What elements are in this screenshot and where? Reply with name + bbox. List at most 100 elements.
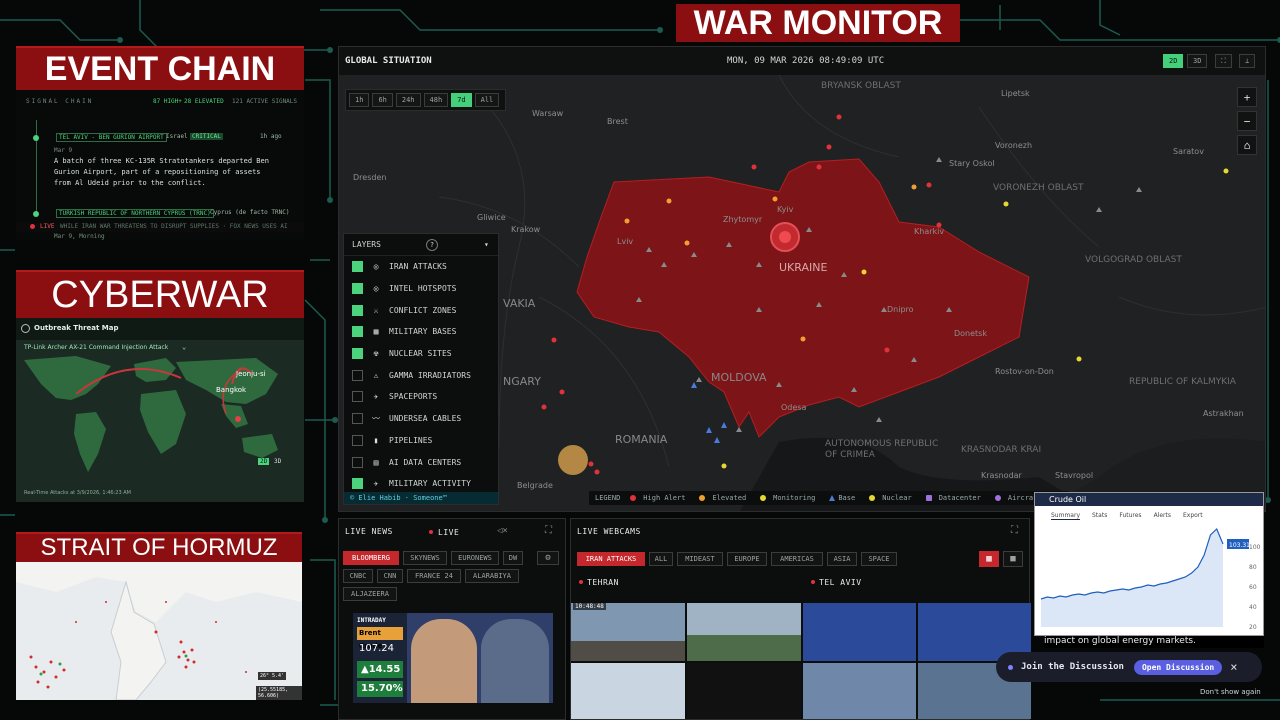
- range-24h[interactable]: 24h: [395, 93, 421, 107]
- filter-americas[interactable]: AMERICAS: [771, 552, 823, 566]
- live-dot: [30, 224, 35, 229]
- filter-mideast[interactable]: MIDEAST: [677, 552, 723, 566]
- cam-tile[interactable]: [571, 663, 685, 719]
- legend-label: High Alert: [643, 494, 686, 502]
- ticker-pct: 15.70%: [357, 681, 403, 697]
- layer-checkbox[interactable]: [352, 434, 363, 446]
- range-7d[interactable]: 7d: [451, 93, 472, 107]
- layer-row[interactable]: ▮ PIPELINES: [344, 430, 498, 452]
- zoom-in-button[interactable]: +: [1237, 87, 1257, 107]
- range-6h[interactable]: 6h: [372, 93, 393, 107]
- layer-checkbox[interactable]: [352, 326, 363, 338]
- map-view-2d[interactable]: 2D: [1163, 54, 1184, 68]
- crude-tab[interactable]: Export: [1183, 512, 1203, 520]
- event1-date: Mar 9: [54, 147, 73, 154]
- event-chain-title: EVENT CHAIN: [16, 46, 304, 90]
- expand-icon[interactable]: ⛶: [1011, 525, 1018, 536]
- filter-europe[interactable]: EUROPE: [727, 552, 767, 566]
- settings-icon[interactable]: ⚙: [537, 551, 559, 565]
- event1-badge: CRITICAL: [190, 133, 223, 140]
- cam-tile[interactable]: [803, 603, 916, 661]
- cam-tile[interactable]: [687, 663, 801, 719]
- coords-line1: 26° 5.4': [258, 672, 287, 680]
- channel-aljazeera[interactable]: ALJAZEERA: [343, 587, 397, 601]
- channel-cnn[interactable]: CNN: [377, 569, 403, 583]
- event1-location[interactable]: TEL AVIV - BEN GURION AIRPORT: [56, 133, 167, 142]
- channel-skynews[interactable]: SKYNEWS: [403, 551, 447, 565]
- chevron-down-icon[interactable]: ⌄: [182, 343, 186, 351]
- collapse-icon[interactable]: ▾: [484, 240, 489, 249]
- channel-cnbc[interactable]: CNBC: [343, 569, 373, 583]
- channel-dw[interactable]: DW: [503, 551, 523, 565]
- strait-title: STRAIT OF HORMUZ: [16, 532, 302, 562]
- layer-checkbox[interactable]: [352, 413, 363, 425]
- global-situation-map[interactable]: Warsaw Brest Dresden Gliwice Krakow Lviv…: [338, 46, 1266, 512]
- layer-checkbox[interactable]: [352, 391, 363, 403]
- zoom-out-button[interactable]: −: [1237, 111, 1257, 131]
- layer-checkbox[interactable]: [352, 369, 363, 381]
- mute-icon[interactable]: ◁×: [497, 526, 508, 536]
- layer-row[interactable]: ◎ INTEL HOTSPOTS: [344, 278, 498, 300]
- region-ngary: NGARY: [503, 375, 541, 388]
- crude-tab[interactable]: Stats: [1092, 512, 1107, 520]
- globe-icon: [21, 324, 30, 333]
- layer-row[interactable]: ⚔ CONFLICT ZONES: [344, 299, 498, 321]
- fullscreen-icon[interactable]: ⛶: [1215, 54, 1232, 68]
- legend-marker: [869, 495, 876, 501]
- filter-all[interactable]: ALL: [649, 552, 673, 566]
- range-all[interactable]: All: [474, 93, 500, 107]
- layer-checkbox[interactable]: [352, 348, 363, 360]
- crude-tab[interactable]: Futures: [1119, 512, 1141, 520]
- legend-marker: [925, 495, 932, 501]
- layer-row[interactable]: ▤ AI DATA CENTERS: [344, 451, 498, 473]
- cam-tile[interactable]: [803, 663, 916, 719]
- threat-map-panel: Outbreak Threat Map TP-Link Archer AX-21…: [16, 318, 304, 502]
- range-1h[interactable]: 1h: [349, 93, 370, 107]
- channel-france24[interactable]: FRANCE 24: [407, 569, 461, 583]
- place-krakow: Krakow: [511, 225, 541, 234]
- map-view-3d[interactable]: 3D: [1187, 54, 1208, 68]
- layer-checkbox[interactable]: [352, 456, 363, 468]
- home-icon[interactable]: ⌂: [1237, 135, 1257, 155]
- layer-row[interactable]: 〰 UNDERSEA CABLES: [344, 408, 498, 430]
- layer-row[interactable]: ⚠ GAMMA IRRADIATORS: [344, 364, 498, 386]
- hazard-icon: ⚠: [373, 370, 379, 380]
- layer-row[interactable]: ◎ IRAN ATTACKS: [344, 256, 498, 278]
- filter-iran-attacks[interactable]: IRAN ATTACKS: [577, 552, 645, 566]
- event2-date: Mar 9, Morning: [54, 233, 105, 240]
- filter-space[interactable]: SPACE: [861, 552, 897, 566]
- layer-label: MILITARY ACTIVITY: [389, 479, 471, 489]
- channel-bloomberg[interactable]: BLOOMBERG: [343, 551, 399, 565]
- ticker-label: INTRADAY: [357, 617, 386, 624]
- single-view-icon[interactable]: ■: [1003, 551, 1023, 567]
- open-discussion-button[interactable]: Open Discussion: [1133, 659, 1223, 675]
- dont-show-again[interactable]: Don't show again: [1200, 688, 1261, 696]
- layer-checkbox[interactable]: [352, 261, 363, 273]
- event1-text-line1: A batch of three KC-135R Stratotankers d…: [54, 157, 269, 165]
- layer-checkbox[interactable]: [352, 283, 363, 295]
- layer-row[interactable]: ✈ SPACEPORTS: [344, 386, 498, 408]
- event2-location[interactable]: TURKISH REPUBLIC OF NORTHERN CYPRUS (TRN…: [56, 209, 214, 218]
- news-video[interactable]: INTRADAY Brent Crude 107.24 ▲14.55 15.70…: [353, 613, 553, 703]
- layer-row[interactable]: ▦ MILITARY BASES: [344, 321, 498, 343]
- layer-row[interactable]: ☢ NUCLEAR SITES: [344, 343, 498, 365]
- layer-checkbox[interactable]: [352, 478, 363, 490]
- help-icon[interactable]: ?: [426, 238, 438, 251]
- view-2d-toggle[interactable]: 2D: [258, 458, 270, 465]
- attack-name[interactable]: TP-Link Archer AX-21 Command Injection A…: [24, 344, 168, 351]
- view-3d-toggle[interactable]: 3D: [272, 458, 283, 465]
- channel-alarabiya[interactable]: ALARABIYA: [465, 569, 519, 583]
- crude-tab[interactable]: Alerts: [1154, 512, 1171, 520]
- crude-tab[interactable]: Summary: [1051, 512, 1080, 520]
- cam-tehran-grid[interactable]: 10:48:48: [571, 603, 801, 719]
- pin-icon[interactable]: ⊥: [1239, 54, 1256, 68]
- channel-euronews[interactable]: EURONEWS: [451, 551, 499, 565]
- close-icon[interactable]: ×: [1230, 660, 1237, 674]
- range-48h[interactable]: 48h: [423, 93, 449, 107]
- layer-checkbox[interactable]: [352, 304, 363, 316]
- filter-asia[interactable]: ASIA: [827, 552, 857, 566]
- expand-icon[interactable]: ⛶: [545, 525, 552, 536]
- grid-view-icon[interactable]: ▦: [979, 551, 999, 567]
- layers-title: LAYERS: [352, 240, 381, 249]
- legend-item: High Alert: [630, 494, 692, 502]
